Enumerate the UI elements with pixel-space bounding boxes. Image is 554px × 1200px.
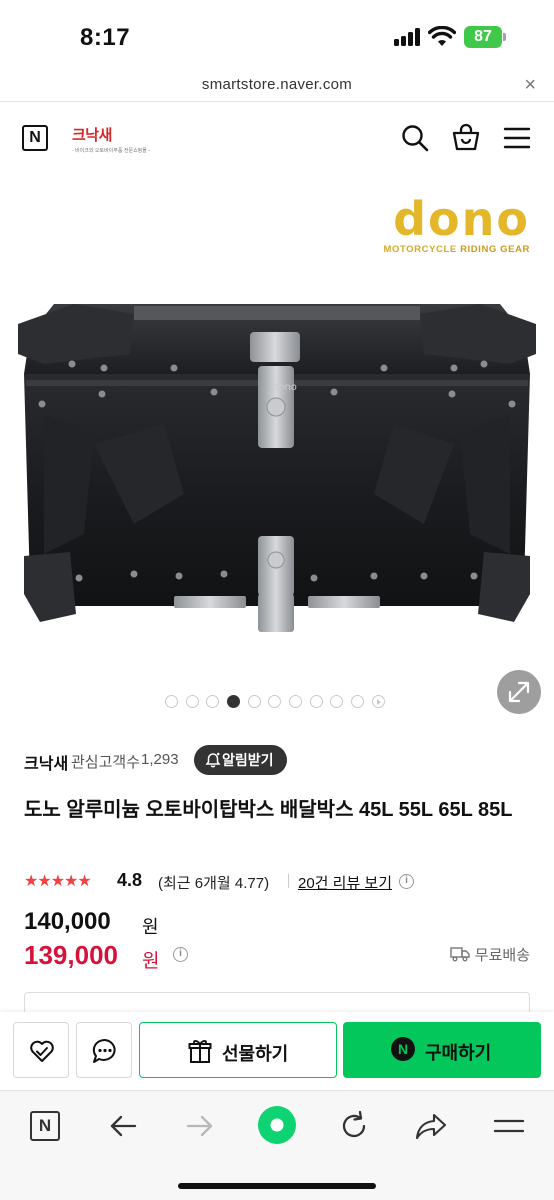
store-info-row: 크낙새 관심고객수 1,293 알림받기 <box>24 745 534 775</box>
bell-icon <box>205 752 221 768</box>
price-info-icon[interactable]: i <box>173 947 188 962</box>
status-time: 8:17 <box>80 24 131 51</box>
sale-price: 139,000 <box>24 940 118 970</box>
forward-icon[interactable] <box>183 1109 217 1143</box>
follower-label: 관심고객수 <box>71 754 141 771</box>
gift-button-label: 선물하기 <box>222 1044 289 1064</box>
carousel-dot[interactable] <box>330 695 343 708</box>
expand-icon <box>508 681 530 703</box>
talk-talk-button[interactable] <box>76 1022 132 1078</box>
gift-icon <box>188 1040 212 1063</box>
wifi-icon <box>428 26 456 46</box>
cart-icon[interactable] <box>451 123 481 153</box>
carousel-dot[interactable] <box>310 695 323 708</box>
review-link[interactable]: 20건 리뷰 보기 <box>298 872 392 893</box>
truck-icon <box>450 947 470 962</box>
menu-icon[interactable] <box>502 123 532 153</box>
status-bar: 8:17 87 <box>0 0 554 70</box>
store-logo-text: 크낙새 <box>72 127 112 144</box>
wishlist-button[interactable] <box>13 1022 69 1078</box>
battery-icon: 87 <box>464 26 508 48</box>
carousel-dot[interactable] <box>351 695 364 708</box>
back-icon[interactable] <box>106 1109 140 1143</box>
top-box-product-photo: dono <box>18 304 536 632</box>
buy-button-label: 구매하기 <box>425 1043 492 1063</box>
rating-row: ★★★★★ 4.8 (최근 6개월 4.77) 20건 리뷰 보기 i <box>24 870 534 892</box>
store-name[interactable]: 크낙새 <box>24 750 68 774</box>
naver-n-logo[interactable]: N <box>22 125 48 151</box>
carousel-dot-active[interactable] <box>227 695 240 708</box>
heart-icon <box>30 1040 54 1062</box>
browser-toolbar: N <box>0 1090 554 1200</box>
carousel-dot[interactable] <box>165 695 178 708</box>
gift-button[interactable]: 선물하기 <box>139 1022 337 1078</box>
shipping-info: 무료배송 <box>474 947 530 964</box>
buy-button[interactable]: N 구매하기 <box>343 1022 541 1078</box>
carousel-dot[interactable] <box>248 695 261 708</box>
battery-level: 87 <box>464 26 502 48</box>
url-text[interactable]: smartstore.naver.com <box>0 76 554 93</box>
product-image-carousel[interactable]: dono MOTORCYCLE RIDING GEAR dono <box>0 172 554 720</box>
naver-home-icon[interactable]: N <box>28 1109 62 1143</box>
carousel-dot[interactable] <box>268 695 281 708</box>
brand-logo-tagline: MOTORCYCLE RIDING GEAR <box>383 244 530 255</box>
carousel-dot[interactable] <box>206 695 219 708</box>
original-price: 140,000 <box>24 908 111 935</box>
chat-bubble-icon <box>92 1038 116 1063</box>
sale-price-currency: 원 <box>142 951 160 972</box>
divider <box>288 874 289 888</box>
home-indicator <box>178 1183 376 1189</box>
more-menu-icon[interactable] <box>492 1109 526 1143</box>
alarm-button-label: 알림받기 <box>222 752 274 768</box>
store-logo-tagline: - 바이크와 오토바이부품 전문쇼핑몰 - <box>72 148 150 154</box>
reload-icon[interactable] <box>337 1109 371 1143</box>
share-icon[interactable] <box>414 1109 448 1143</box>
box-label: dono <box>272 382 297 393</box>
original-price-currency: 원 <box>142 917 159 937</box>
carousel-pagination[interactable] <box>0 694 554 710</box>
close-icon[interactable]: × <box>524 74 536 97</box>
naver-pay-icon: N <box>391 1037 415 1061</box>
rating-value: 4.8 <box>117 870 143 890</box>
star-rating-icon: ★★★★★ <box>24 873 92 890</box>
url-bar[interactable]: smartstore.naver.com × <box>0 70 554 102</box>
carousel-dot[interactable] <box>186 695 199 708</box>
recent-rating: (최근 6개월 4.77) <box>158 875 270 892</box>
alarm-subscribe-button[interactable]: 알림받기 <box>194 745 287 775</box>
follower-count: 1,293 <box>141 751 179 768</box>
purchase-action-bar: 선물하기 N 구매하기 <box>0 1012 554 1090</box>
carousel-dot[interactable] <box>289 695 302 708</box>
dono-brand-logo: dono MOTORCYCLE RIDING GEAR <box>383 192 530 255</box>
site-header: N 크낙새 - 바이크와 오토바이부품 전문쇼핑몰 - <box>0 103 554 171</box>
search-icon[interactable] <box>400 123 430 153</box>
video-play-icon[interactable] <box>372 695 385 708</box>
cellular-signal-icon <box>394 28 422 46</box>
store-logo[interactable]: 크낙새 - 바이크와 오토바이부품 전문쇼핑몰 - <box>72 124 150 154</box>
info-icon[interactable]: i <box>399 874 414 889</box>
product-title: 도노 알루미늄 오토바이탑박스 배달박스 45L 55L 65L 85L <box>24 799 513 821</box>
brand-logo-wordmark: dono <box>393 192 530 246</box>
green-dot-icon[interactable] <box>257 1105 297 1145</box>
expand-image-button[interactable] <box>497 670 541 714</box>
